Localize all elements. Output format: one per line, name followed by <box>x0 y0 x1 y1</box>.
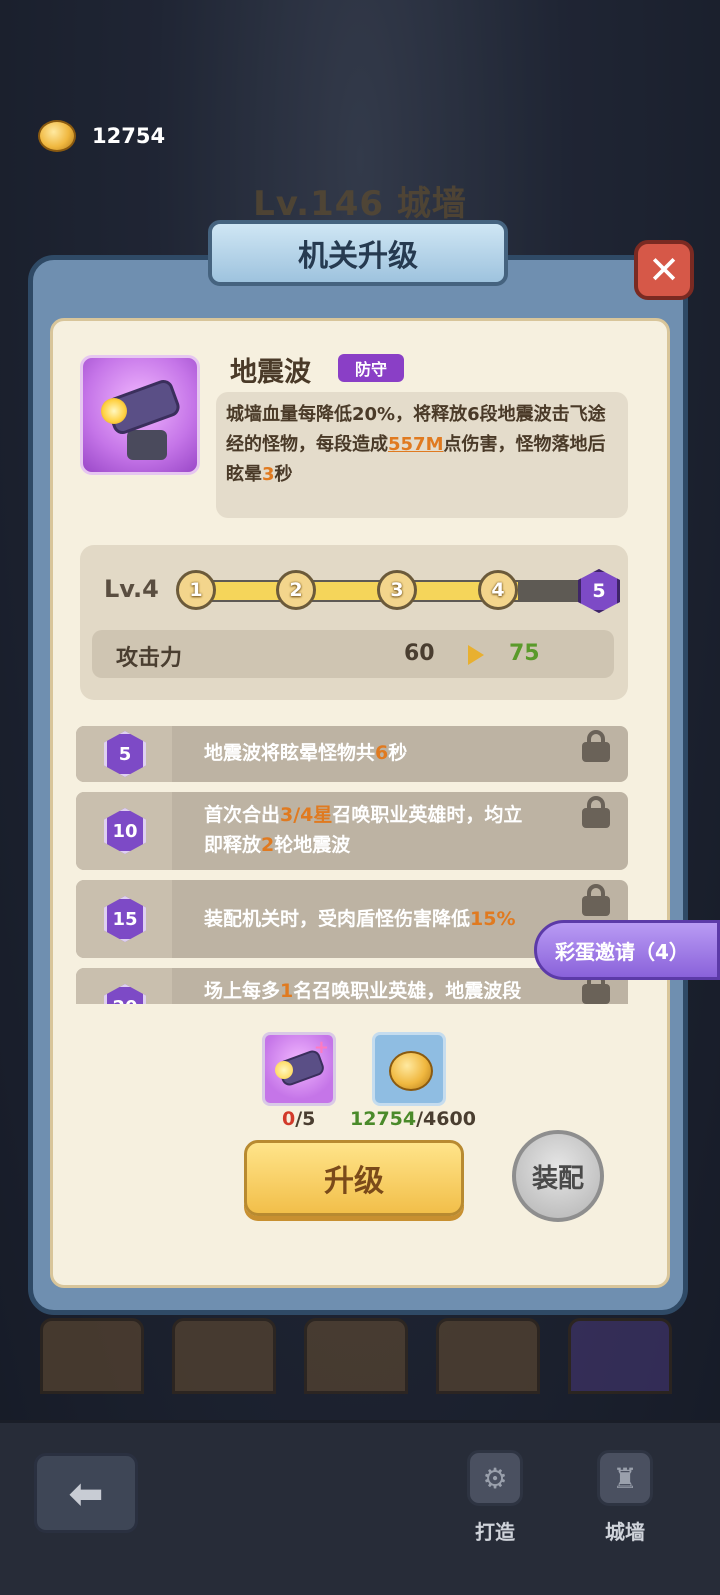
skill-name: 地震波 <box>230 357 311 388</box>
level-node: 1 <box>176 570 216 610</box>
background-title: Lv.146 城墙 <box>253 184 467 224</box>
level-node: 2 <box>276 570 316 610</box>
list-item: 5 地震波将眩晕怪物共6秒 <box>76 726 628 782</box>
gear-icon: ⚙ <box>467 1450 523 1506</box>
coin-cost-text: 12754/4600 <box>350 1108 476 1130</box>
cost-item-card[interactable]: + <box>262 1032 336 1106</box>
skill-tag-badge: 防守 <box>338 354 404 382</box>
building-slot <box>172 1318 276 1394</box>
close-button[interactable]: ✕ <box>634 240 694 300</box>
level-node: 4 <box>478 570 518 610</box>
close-icon: ✕ <box>648 248 680 292</box>
nav-wall[interactable]: ♜ 城墙 <box>580 1450 670 1560</box>
nav-forge[interactable]: ⚙ 打造 <box>450 1450 540 1560</box>
building-slot <box>40 1318 144 1394</box>
level-progress-fill <box>196 582 518 600</box>
stat-current-value: 60 <box>404 641 435 666</box>
perk-text: 场上每多1名召唤职业英雄，地震波段 <box>204 980 522 1002</box>
stat-next-value: 75 <box>509 641 540 666</box>
stat-label: 攻击力 <box>116 646 183 671</box>
perk-text: 首次合出3/4星召唤职业英雄时，均立 即释放2轮地震波 <box>204 804 523 856</box>
castle-icon: ♜ <box>597 1450 653 1506</box>
arrow-right-icon <box>468 645 484 665</box>
coin-icon <box>389 1051 433 1091</box>
arrow-left-icon: ⬅ <box>68 1468 104 1518</box>
currency-value: 12754 <box>92 124 166 148</box>
lock-icon <box>582 884 610 916</box>
perk-text: 装配机关时，受肉盾怪伤害降低15% <box>204 908 516 930</box>
equip-button[interactable]: 装配 <box>512 1130 604 1222</box>
damage-value-link[interactable]: 557M <box>388 434 444 455</box>
skill-description: 城墙血量每降低20%，将释放6段地震波击飞途经的怪物，每段造成557M点伤害，怪… <box>216 392 628 518</box>
upgrade-button[interactable]: 升级 <box>244 1140 464 1216</box>
currency-display: 12754 <box>38 120 165 152</box>
coin-icon <box>38 120 76 152</box>
cannon-icon <box>80 355 200 475</box>
list-item: 10 首次合出3/4星召唤职业英雄时，均立 即释放2轮地震波 <box>76 792 628 870</box>
current-level: Lv.4 <box>104 575 159 603</box>
building-slot <box>568 1318 672 1394</box>
lock-icon <box>582 730 610 762</box>
level-node: 3 <box>377 570 417 610</box>
perk-text: 地震波将眩晕怪物共6秒 <box>204 742 408 764</box>
cost-coin-card[interactable] <box>372 1032 446 1106</box>
dialog-title: 机关升级 <box>298 239 418 274</box>
dialog-title-ribbon: 机关升级 <box>208 220 508 286</box>
building-slot <box>304 1318 408 1394</box>
lock-icon <box>582 796 610 828</box>
building-slot <box>436 1318 540 1394</box>
item-cost-text: 0/5 <box>282 1108 316 1130</box>
egg-invite-button[interactable]: 彩蛋邀请（4） <box>534 920 720 980</box>
plus-icon: + <box>313 1037 329 1058</box>
back-button[interactable]: ⬅ <box>34 1453 138 1533</box>
